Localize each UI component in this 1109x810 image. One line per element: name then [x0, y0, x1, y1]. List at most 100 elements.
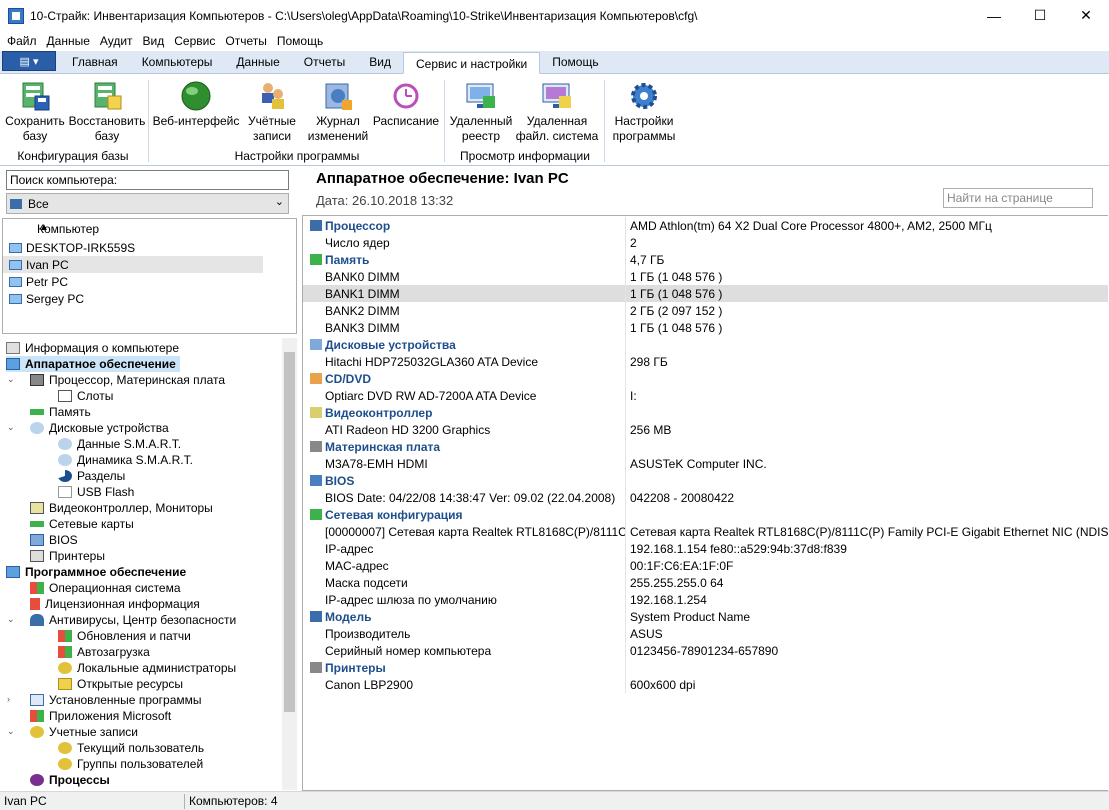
- tree-item-disks[interactable]: Дисковые устройства: [30, 420, 169, 436]
- tree-scrollbar[interactable]: [282, 338, 297, 790]
- property-row[interactable]: M3A78-EMH HDMI ASUSTeK Computer INC.: [303, 455, 1108, 472]
- web-interface-button[interactable]: Веб-интерфейс: [152, 80, 240, 129]
- section-header-row[interactable]: Сетевая конфигурация: [303, 506, 1108, 523]
- tab-help[interactable]: Помощь: [540, 51, 610, 73]
- remote-registry-button[interactable]: Удаленный реестр: [446, 80, 516, 144]
- section-header-row[interactable]: BIOS: [303, 472, 1108, 489]
- close-button[interactable]: ✕: [1063, 0, 1109, 31]
- globe-icon: [180, 80, 212, 112]
- section-header-row[interactable]: Память 4,7 ГБ: [303, 251, 1108, 268]
- app-menu-button[interactable]: ▤ ▾: [2, 51, 56, 71]
- property-row[interactable]: IP-адрес шлюза по умолчанию 192.168.1.254: [303, 591, 1108, 608]
- tree-item-network[interactable]: Сетевые карты: [30, 516, 134, 532]
- tree-item-license[interactable]: Лицензионная информация: [30, 596, 200, 612]
- scrollbar-thumb[interactable]: [284, 352, 295, 712]
- tree-item-installed-programs[interactable]: Установленные программы: [30, 692, 202, 708]
- save-db-button[interactable]: Сохранить базу: [4, 80, 66, 144]
- section-header-row[interactable]: Дисковые устройства: [303, 336, 1108, 353]
- section-header-row[interactable]: Видеоконтроллер: [303, 404, 1108, 421]
- tree-item-hardware[interactable]: Аппаратное обеспечение: [6, 356, 180, 372]
- computer-item[interactable]: Sergey PC: [3, 290, 296, 307]
- property-row[interactable]: Optiarc DVD RW AD-7200A ATA Device I:: [303, 387, 1108, 404]
- tree-item-updates[interactable]: Обновления и патчи: [58, 628, 191, 644]
- tree-item-local-admins[interactable]: Локальные администраторы: [58, 660, 236, 676]
- tab-home[interactable]: Главная: [60, 51, 130, 73]
- page-search-input[interactable]: Найти на странице: [943, 188, 1093, 208]
- tree-item-memory[interactable]: Память: [30, 404, 91, 420]
- property-row[interactable]: Маска подсети 255.255.255.0 64: [303, 574, 1108, 591]
- property-row[interactable]: BIOS Date: 04/22/08 14:38:47 Ver: 09.02 …: [303, 489, 1108, 506]
- property-row[interactable]: Hitachi HDP725032GLA360 ATA Device 298 ГБ: [303, 353, 1108, 370]
- minimize-button[interactable]: —: [971, 0, 1017, 31]
- property-row[interactable]: Серийный номер компьютера 0123456-7890123…: [303, 642, 1108, 659]
- tab-service-settings[interactable]: Сервис и настройки: [402, 52, 541, 74]
- tree-item-computer-info[interactable]: Информация о компьютере: [6, 340, 179, 356]
- tree-item-shares[interactable]: Открытые ресурсы: [58, 676, 183, 692]
- tree-item-usb-flash[interactable]: USB Flash: [58, 484, 134, 500]
- tree-item-cpu[interactable]: Процессор, Материнская плата: [30, 372, 225, 388]
- computer-search-input[interactable]: Поиск компьютера:: [6, 170, 289, 190]
- tree-item-user-groups[interactable]: Группы пользователей: [58, 756, 203, 772]
- tree-item-bios[interactable]: BIOS: [30, 532, 78, 548]
- tree-item-printers[interactable]: Принтеры: [30, 548, 105, 564]
- property-row[interactable]: ATI Radeon HD 3200 Graphics 256 MB: [303, 421, 1108, 438]
- computer-item[interactable]: DESKTOP-IRK559S: [3, 239, 296, 256]
- section-header-row[interactable]: Модель System Product Name: [303, 608, 1108, 625]
- collapse-icon[interactable]: ⌄: [7, 614, 15, 625]
- section-header-row[interactable]: Процессор AMD Athlon(tm) 64 X2 Dual Core …: [303, 217, 1108, 234]
- tree-item-accounts[interactable]: Учетные записи: [30, 724, 138, 740]
- property-row[interactable]: Canon LBP2900 600x600 dpi: [303, 676, 1108, 693]
- tree-item-smart-dynamics[interactable]: Динамика S.M.A.R.T.: [58, 452, 193, 468]
- tab-reports[interactable]: Отчеты: [292, 51, 357, 73]
- section-header-row[interactable]: Материнская плата: [303, 438, 1108, 455]
- property-row[interactable]: BANK0 DIMM 1 ГБ (1 048 576 ): [303, 268, 1108, 285]
- property-row[interactable]: [00000007] Сетевая карта Realtek RTL8168…: [303, 523, 1109, 540]
- menu-service[interactable]: Сервис: [169, 34, 220, 48]
- maximize-button[interactable]: ☐: [1017, 0, 1063, 31]
- computer-column-header[interactable]: ▲ Компьютер: [3, 219, 296, 239]
- program-settings-button[interactable]: Настройки программы: [610, 80, 678, 144]
- accounts-button[interactable]: Учётные записи: [242, 80, 302, 144]
- property-row[interactable]: BANK2 DIMM 2 ГБ (2 097 152 ): [303, 302, 1108, 319]
- tree-item-os[interactable]: Операционная система: [30, 580, 181, 596]
- menu-view[interactable]: Вид: [138, 34, 170, 48]
- section-header-row[interactable]: Принтеры: [303, 659, 1108, 676]
- schedule-button[interactable]: Расписание: [372, 80, 440, 129]
- property-row[interactable]: BANK3 DIMM 1 ГБ (1 048 576 ): [303, 319, 1108, 336]
- tree-item-antivirus[interactable]: Антивирусы, Центр безопасности: [30, 612, 236, 628]
- tree-item-smart-data[interactable]: Данные S.M.A.R.T.: [58, 436, 181, 452]
- menu-reports[interactable]: Отчеты: [220, 34, 271, 48]
- restore-db-button[interactable]: Восстановить базу: [68, 80, 146, 144]
- group-filter-select[interactable]: Все ⌄: [6, 193, 289, 214]
- property-row[interactable]: Число ядер 2: [303, 234, 1108, 251]
- property-row[interactable]: BANK1 DIMM 1 ГБ (1 048 576 ): [303, 285, 1108, 302]
- tree-item-video[interactable]: Видеоконтроллер, Мониторы: [30, 500, 213, 516]
- tab-computers[interactable]: Компьютеры: [130, 51, 225, 73]
- property-row[interactable]: MAC-адрес 00:1F:C6:EA:1F:0F: [303, 557, 1108, 574]
- tree-item-current-user[interactable]: Текущий пользователь: [58, 740, 204, 756]
- tree-item-partitions[interactable]: Разделы: [58, 468, 125, 484]
- changelog-button[interactable]: Журнал изменений: [304, 80, 372, 144]
- menu-file[interactable]: Файл: [2, 34, 42, 48]
- tree-item-autorun[interactable]: Автозагрузка: [58, 644, 150, 660]
- property-row[interactable]: IP-адрес 192.168.1.154 fe80::a529:94b:37d…: [303, 540, 1108, 557]
- menu-help[interactable]: Помощь: [272, 34, 328, 48]
- tree-item-slots[interactable]: Слоты: [58, 388, 113, 404]
- tab-view[interactable]: Вид: [357, 51, 403, 73]
- section-header-row[interactable]: CD/DVD: [303, 370, 1108, 387]
- expand-icon[interactable]: ›: [7, 694, 10, 704]
- computer-item[interactable]: Ivan PC: [3, 256, 263, 273]
- tree-item-ms-apps[interactable]: Приложения Microsoft: [30, 708, 171, 724]
- remote-fs-button[interactable]: Удаленная файл. система: [512, 80, 602, 144]
- tab-data[interactable]: Данные: [224, 51, 291, 73]
- collapse-icon[interactable]: ⌄: [7, 726, 15, 737]
- tree-item-software[interactable]: Программное обеспечение: [6, 564, 186, 580]
- tree-item-processes[interactable]: Процессы: [30, 772, 110, 788]
- collapse-icon[interactable]: ⌄: [7, 422, 15, 433]
- menu-audit[interactable]: Аудит: [95, 34, 138, 48]
- chevron-down-icon: ⌄: [274, 196, 284, 208]
- property-row[interactable]: Производитель ASUS: [303, 625, 1108, 642]
- computer-item[interactable]: Petr PC: [3, 273, 296, 290]
- collapse-icon[interactable]: ⌄: [7, 374, 15, 385]
- menu-data[interactable]: Данные: [42, 34, 95, 48]
